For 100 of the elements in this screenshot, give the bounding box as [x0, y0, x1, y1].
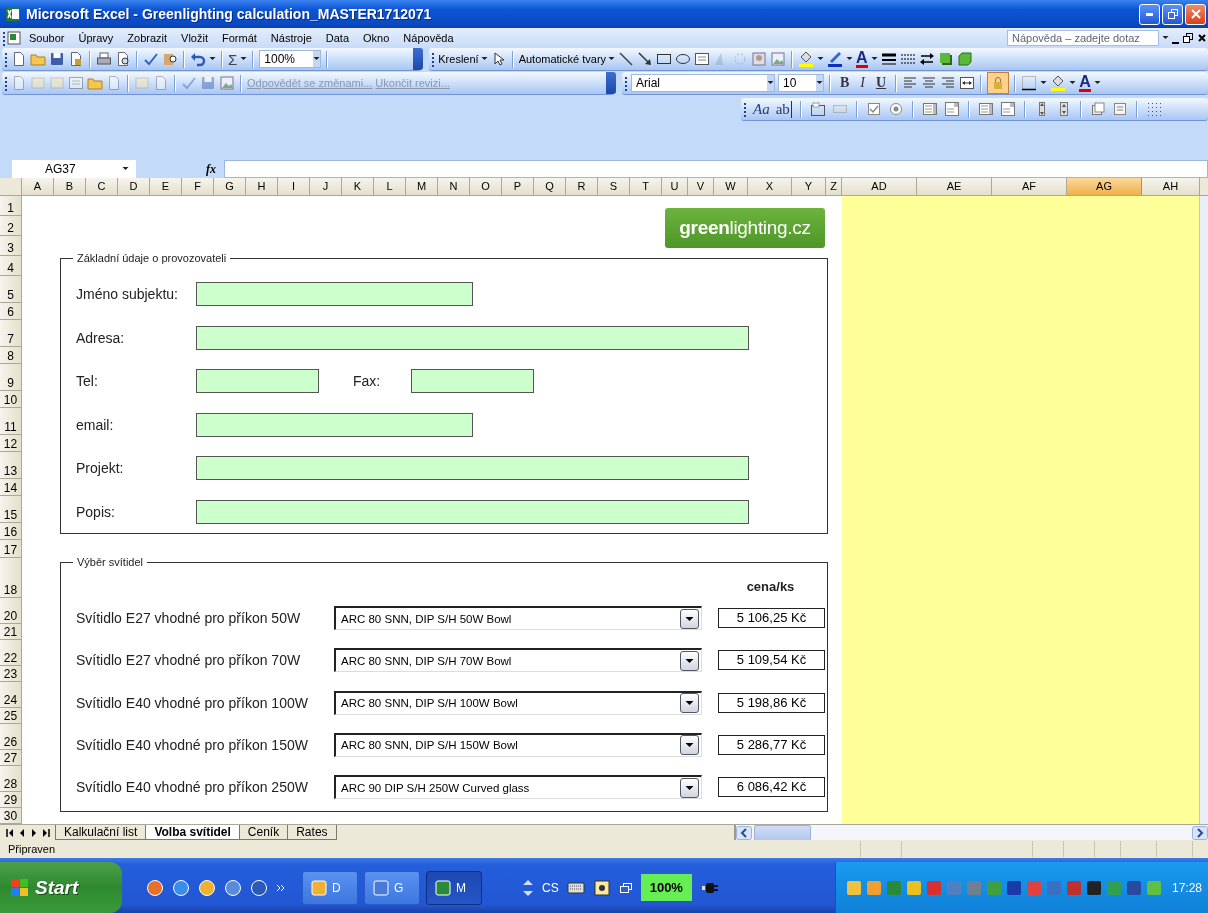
row-header[interactable]: 7 [0, 320, 22, 347]
insert-function-button[interactable]: fx [206, 161, 216, 177]
row-header[interactable]: 27 [0, 750, 22, 766]
vertical-scrollbar[interactable] [1199, 196, 1208, 824]
close-icon[interactable] [1197, 32, 1206, 44]
autoshapes-menu-button[interactable]: Automatické tvary [518, 51, 616, 67]
menu-item[interactable]: Okno [356, 32, 397, 44]
combo-box-icon[interactable] [943, 101, 960, 117]
sheet-tab[interactable]: Ceník [238, 825, 289, 840]
column-header[interactable]: X [748, 178, 792, 195]
line-icon[interactable] [618, 51, 635, 67]
row-header[interactable]: 13 [0, 452, 22, 479]
align-center-icon[interactable] [921, 75, 938, 91]
italic-button[interactable]: I [856, 75, 869, 91]
column-header[interactable]: AE [917, 178, 992, 195]
column-header[interactable]: R [566, 178, 598, 195]
column-header[interactable]: AG [1067, 178, 1142, 195]
text-field-tool-button[interactable]: ab [775, 100, 792, 118]
row-header[interactable]: 25 [0, 708, 22, 724]
menu-item[interactable]: Soubor [22, 32, 72, 44]
radio-button-icon[interactable] [887, 101, 904, 117]
locked-document-icon[interactable] [68, 51, 84, 67]
scroll-right-icon[interactable] [1192, 825, 1208, 840]
paint-bucket-icon[interactable] [798, 51, 815, 67]
taskbar-button[interactable]: G [364, 870, 420, 905]
column-header[interactable]: B [54, 178, 86, 195]
arrow-style-icon[interactable] [918, 51, 935, 67]
row-header[interactable]: 4 [0, 256, 22, 276]
tray-icon[interactable] [1085, 879, 1102, 896]
row-header[interactable]: 26 [0, 724, 22, 750]
app-icon[interactable] [146, 878, 164, 897]
input-field[interactable] [411, 369, 534, 394]
dropdown-field[interactable]: ARC 90 DIP S/H 250W Curved glass [334, 775, 702, 800]
column-header[interactable]: N [438, 178, 470, 195]
column-header[interactable]: G [214, 178, 246, 195]
app-icon[interactable] [198, 878, 216, 897]
formula-field[interactable] [224, 160, 1208, 178]
menu-item[interactable]: Nápověda [396, 32, 461, 44]
first-sheet-icon[interactable] [6, 826, 14, 839]
sum-button[interactable]: Σ [228, 50, 238, 68]
toolbar-grip-icon[interactable] [431, 50, 436, 68]
toolbar-grip-icon[interactable] [2, 29, 6, 47]
paint-bucket-icon[interactable] [1050, 75, 1067, 91]
rectangle-icon[interactable] [656, 51, 673, 67]
row-header[interactable]: 9 [0, 364, 22, 391]
column-header[interactable]: Q [534, 178, 566, 195]
windows-icon[interactable] [618, 880, 633, 895]
input-field[interactable] [196, 456, 749, 481]
list-box-icon[interactable] [977, 101, 994, 117]
scrollbar-thumb[interactable] [754, 824, 811, 841]
last-sheet-icon[interactable] [42, 826, 50, 839]
column-header[interactable]: J [310, 178, 342, 195]
language-indicator[interactable]: CS [542, 880, 559, 895]
column-header[interactable]: C [86, 178, 118, 195]
row-header[interactable]: 21 [0, 624, 22, 640]
row-header[interactable]: 20 [0, 598, 22, 624]
close-button[interactable] [1185, 3, 1206, 25]
row-header[interactable]: 12 [0, 435, 22, 452]
dropdown-field[interactable]: ARC 80 SNN, DIP S/H 70W Bowl [334, 648, 702, 673]
label-tool-button[interactable]: Aa [753, 100, 770, 118]
column-header[interactable]: O [470, 178, 502, 195]
minimize-button[interactable] [1139, 3, 1160, 25]
dash-style-icon[interactable] [899, 51, 916, 67]
row-header[interactable]: 11 [0, 408, 22, 435]
row-header[interactable]: 1 [0, 196, 22, 216]
bold-button[interactable]: B [836, 75, 854, 91]
toolbar-grip-icon[interactable] [4, 50, 8, 68]
underline-button[interactable]: U [872, 75, 891, 91]
caret-icon[interactable] [313, 51, 321, 67]
column-header[interactable]: S [598, 178, 630, 195]
input-field[interactable] [196, 499, 749, 524]
row-header[interactable]: 30 [0, 808, 22, 824]
caret-icon[interactable] [816, 75, 823, 91]
menu-item[interactable]: Vložit [174, 32, 215, 44]
dotted-circle-icon[interactable] [732, 51, 749, 67]
input-field[interactable] [196, 282, 473, 306]
toolbar-options-button[interactable] [413, 48, 424, 70]
row-header[interactable]: 5 [0, 276, 22, 303]
protect-toggle-button[interactable] [987, 72, 1010, 94]
sheet-tab[interactable]: Rates [287, 825, 337, 840]
row-header[interactable]: 2 [0, 216, 22, 236]
font-dropdown[interactable]: Arial [631, 74, 775, 92]
borders-icon[interactable] [1021, 75, 1038, 91]
app-icon[interactable] [250, 878, 268, 897]
row-header[interactable]: 16 [0, 523, 22, 540]
oval-icon[interactable] [675, 51, 692, 67]
row-header[interactable]: 24 [0, 682, 22, 708]
cube-icon[interactable] [956, 51, 973, 67]
combo-box-icon[interactable] [999, 101, 1016, 117]
column-header[interactable]: Y [792, 178, 826, 195]
sheet-tab[interactable]: Kalkulační list [55, 825, 147, 840]
app-icon[interactable] [172, 878, 190, 897]
dropdown-field[interactable]: ARC 80 SNN, DIP S/H 50W Bowl [334, 606, 702, 630]
column-header[interactable]: K [342, 178, 374, 195]
shadow-icon[interactable] [937, 51, 954, 67]
check-mark-icon[interactable] [181, 75, 197, 91]
taskbar-button[interactable]: D [302, 870, 358, 905]
font-color-button[interactable]: A [856, 50, 868, 68]
scroll-left-icon[interactable] [736, 825, 752, 840]
dropdown-field[interactable]: ARC 80 SNN, DIP S/H 150W Bowl [334, 732, 702, 757]
